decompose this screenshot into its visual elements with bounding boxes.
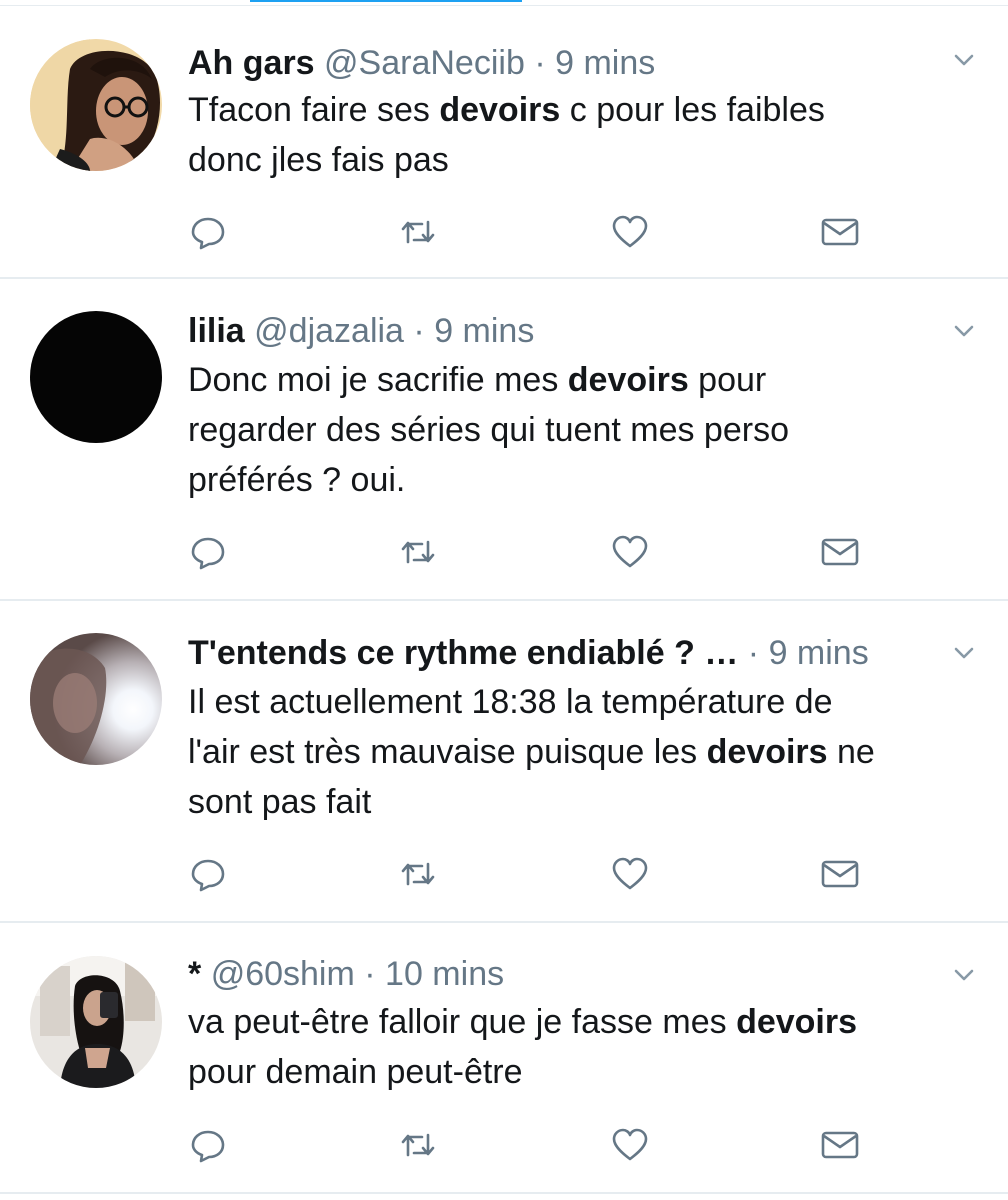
retweet-icon[interactable] [398, 1125, 438, 1165]
tweet-text: Donc moi je sacrifie mes devoirs pour re… [188, 355, 978, 505]
like-icon[interactable] [610, 1125, 650, 1165]
tweet[interactable]: * @60shim · 10 mins va peut-être falloir… [0, 923, 1008, 1194]
username[interactable]: @60shim [211, 955, 355, 993]
avatar[interactable] [30, 311, 162, 443]
chevron-down-icon[interactable] [950, 639, 978, 667]
tweet-actions [188, 1125, 878, 1165]
tweet-actions [188, 854, 878, 894]
chevron-down-icon[interactable] [950, 46, 978, 74]
text-segment: va peut-être falloir que je fasse mes [188, 1003, 737, 1041]
display-name[interactable]: * [188, 955, 201, 993]
timestamp[interactable]: 9 mins [769, 634, 869, 672]
tweet-header: * @60shim · 10 mins [188, 951, 938, 997]
avatar-photo-mirror-selfie [30, 956, 162, 1088]
tweet[interactable]: T'entends ce rythme endiablé ? … · 9 min… [0, 601, 1008, 923]
highlight-keyword: devoirs [567, 361, 689, 399]
display-name[interactable]: Ah gars [188, 44, 315, 82]
tweet-actions [188, 212, 878, 252]
tweet-header: Ah gars @SaraNeciib · 9 mins [188, 40, 938, 86]
direct-message-icon[interactable] [820, 532, 860, 572]
direct-message-icon[interactable] [820, 854, 860, 894]
timestamp[interactable]: 9 mins [555, 44, 655, 82]
username[interactable]: @SaraNeciib [324, 44, 525, 82]
tweet-header: lilia @djazalia · 9 mins [188, 308, 938, 354]
separator-dot: · [747, 634, 760, 672]
text-segment: pour demain peut-être [188, 1053, 523, 1091]
timestamp[interactable]: 10 mins [385, 955, 504, 993]
active-tab-indicator [250, 0, 522, 2]
like-icon[interactable] [610, 854, 650, 894]
reply-icon[interactable] [188, 1125, 228, 1165]
retweet-icon[interactable] [398, 532, 438, 572]
reply-icon[interactable] [188, 532, 228, 572]
text-segment: Tfacon faire ses [188, 91, 440, 129]
avatar[interactable] [30, 956, 162, 1088]
retweet-icon[interactable] [398, 212, 438, 252]
avatar-black [30, 311, 162, 443]
tweet-actions [188, 532, 878, 572]
avatar-photo-backlit [30, 633, 162, 765]
highlight-keyword: devoirs [439, 91, 561, 129]
like-icon[interactable] [610, 532, 650, 572]
tweet[interactable]: Ah gars @SaraNeciib · 9 mins Tfacon fair… [0, 6, 1008, 279]
timestamp[interactable]: 9 mins [434, 312, 534, 350]
like-icon[interactable] [610, 212, 650, 252]
avatar[interactable] [30, 633, 162, 765]
highlight-keyword: devoirs [736, 1003, 858, 1041]
avatar-photo-girl-glasses [30, 39, 162, 171]
text-segment: Donc moi je sacrifie mes [188, 361, 568, 399]
display-name[interactable]: lilia [188, 312, 245, 350]
separator-dot: · [364, 955, 376, 993]
direct-message-icon[interactable] [820, 1125, 860, 1165]
separator-dot: · [534, 44, 546, 82]
display-name[interactable]: T'entends ce rythme endiablé ? … [188, 630, 738, 676]
avatar[interactable] [30, 39, 162, 171]
tweet-text: Tfacon faire ses devoirs c pour les faib… [188, 85, 978, 185]
username[interactable]: @djazalia [254, 312, 404, 350]
tweet-header: T'entends ce rythme endiablé ? … · 9 min… [188, 630, 938, 676]
reply-icon[interactable] [188, 212, 228, 252]
retweet-icon[interactable] [398, 854, 438, 894]
tweet-text: Il est actuellement 18:38 la température… [188, 677, 978, 827]
timeline: Ah gars @SaraNeciib · 9 mins Tfacon fair… [0, 6, 1008, 1194]
reply-icon[interactable] [188, 854, 228, 894]
tweet-text: va peut-être falloir que je fasse mes de… [188, 997, 978, 1097]
tweet[interactable]: lilia @djazalia · 9 mins Donc moi je sac… [0, 279, 1008, 601]
chevron-down-icon[interactable] [950, 961, 978, 989]
direct-message-icon[interactable] [820, 212, 860, 252]
highlight-keyword: devoirs [706, 733, 828, 771]
chevron-down-icon[interactable] [950, 317, 978, 345]
separator-dot: · [413, 312, 425, 350]
